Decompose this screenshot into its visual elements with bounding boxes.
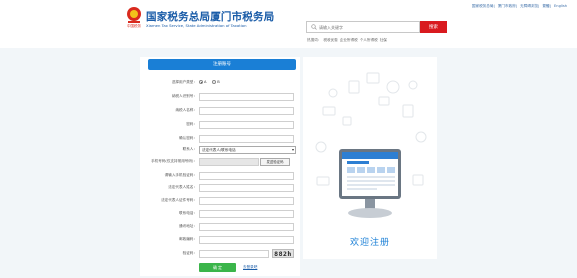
topnav-link[interactable]: 繁體 bbox=[542, 4, 549, 8]
sms-code-input[interactable] bbox=[199, 172, 294, 180]
user-type-row: 选择用户类型： A B bbox=[140, 79, 300, 87]
search-button[interactable]: 搜索 bbox=[420, 21, 447, 33]
password-input[interactable] bbox=[199, 121, 294, 129]
user-type-radio-group: A B bbox=[199, 80, 220, 84]
mobile-input[interactable] bbox=[199, 158, 259, 166]
search-box bbox=[306, 21, 420, 33]
field-label: 通讯地址： bbox=[179, 224, 197, 228]
form-row: 联系电话： bbox=[140, 210, 300, 218]
field-label: 密码： bbox=[186, 122, 197, 126]
form-row: 确认密码： bbox=[140, 135, 300, 143]
agent-id-input[interactable] bbox=[199, 197, 294, 205]
contact-select[interactable]: 法定代表人/联系电话 ▾ bbox=[199, 146, 296, 154]
register-form: 注册账号 选择用户类型： A B 纳税人识别号： 纳税人名称： 密码： 确认密码… bbox=[140, 57, 300, 276]
user-type-radio-b[interactable] bbox=[212, 80, 217, 84]
agent-name-input[interactable] bbox=[199, 184, 294, 192]
taxpayer-id-input[interactable] bbox=[199, 93, 294, 101]
postcode-input[interactable] bbox=[199, 236, 294, 244]
chevron-down-icon: ▾ bbox=[291, 147, 294, 152]
site-header: 中国税务 国家税务总局厦门市税务局 Xiamen Tax Service, St… bbox=[0, 0, 577, 48]
field-label: 请输入手机验证码： bbox=[164, 173, 197, 177]
form-row: 纳税人识别号： bbox=[140, 93, 300, 101]
radio-label: A bbox=[204, 80, 207, 84]
topnav-link[interactable]: 国家税务总局 bbox=[472, 4, 494, 8]
user-type-radio-a[interactable] bbox=[199, 80, 203, 84]
site-title: 国家税务总局厦门市税务局 bbox=[146, 11, 275, 23]
field-label: 邮政编码： bbox=[179, 237, 197, 241]
login-link[interactable]: 去登录吧 bbox=[243, 265, 257, 270]
topnav-link[interactable]: 厦门市政府 bbox=[498, 4, 516, 8]
hotword-link[interactable]: 企业所得税 bbox=[340, 38, 358, 42]
radio-label: B bbox=[217, 80, 220, 84]
taxpayer-name-input[interactable] bbox=[199, 107, 294, 115]
hotword-link[interactable]: 税收优惠 bbox=[323, 38, 337, 42]
confirm-password-input[interactable] bbox=[199, 135, 294, 143]
site-subtitle: Xiamen Tax Service, State Administration… bbox=[146, 23, 247, 28]
form-title: 注册账号 bbox=[148, 59, 296, 70]
submit-button[interactable]: 确 定 bbox=[199, 263, 236, 272]
field-label: 纳税人识别号： bbox=[171, 94, 197, 98]
field-label: 选择用户类型： bbox=[171, 80, 197, 84]
welcome-text: 欢迎注册 bbox=[349, 238, 390, 248]
field-label: 手机号码(仅支持常用号码)： bbox=[151, 159, 197, 163]
send-code-button[interactable]: 发送验证码 bbox=[260, 158, 290, 166]
hotwords-label: 热搜词： bbox=[307, 38, 322, 42]
field-label: 法定代表人证件号码： bbox=[161, 198, 197, 202]
form-row: 手机号码(仅支持常用号码)： 发送验证码 bbox=[140, 158, 300, 166]
form-row: 密码： bbox=[140, 121, 300, 129]
search-input[interactable] bbox=[319, 23, 417, 32]
field-label: 联系电话： bbox=[179, 211, 197, 215]
search-icon bbox=[311, 24, 317, 30]
form-row: 邮政编码： bbox=[140, 236, 300, 244]
form-row: 法定代表人姓名： bbox=[140, 184, 300, 192]
topnav-link[interactable]: English bbox=[554, 4, 567, 8]
field-label: 纳税人名称： bbox=[175, 108, 197, 112]
svg-text:中国税务: 中国税务 bbox=[127, 23, 141, 28]
form-row: 纳税人名称： bbox=[140, 107, 300, 115]
form-row: 联系人： 法定代表人/联系电话 ▾ bbox=[140, 146, 300, 154]
welcome-panel: 欢迎注册 bbox=[303, 57, 437, 259]
top-nav: 国家税务总局| 厦门市政府| 无障碍浏览| 繁體| English bbox=[471, 4, 567, 8]
form-row: 请输入手机验证码： bbox=[140, 172, 300, 180]
hotword-link[interactable]: 社保 bbox=[380, 38, 387, 42]
captcha-input[interactable] bbox=[199, 250, 269, 258]
field-label: 确认密码： bbox=[179, 136, 197, 140]
contact-select-value: 法定代表人/联系电话 bbox=[202, 148, 236, 152]
national-emblem-icon: 中国税务 bbox=[127, 7, 141, 28]
address-input[interactable] bbox=[199, 223, 294, 231]
form-row: 通讯地址： bbox=[140, 223, 300, 231]
monitor-illustration bbox=[315, 72, 427, 218]
phone-input[interactable] bbox=[199, 210, 294, 218]
hotword-link[interactable]: 个人所得税 bbox=[360, 38, 378, 42]
form-row: 法定代表人证件号码： bbox=[140, 197, 300, 205]
field-label: 法定代表人姓名： bbox=[168, 185, 197, 189]
form-row: 验证码： 882h bbox=[140, 249, 300, 258]
topnav-link[interactable]: 无障碍浏览 bbox=[520, 4, 538, 8]
hotwords: 热搜词： 税收优惠 企业所得税 个人所得税 社保 bbox=[307, 38, 389, 43]
field-label: 联系人： bbox=[182, 147, 197, 151]
field-label: 验证码： bbox=[182, 251, 197, 255]
captcha-image[interactable]: 882h bbox=[272, 249, 294, 258]
